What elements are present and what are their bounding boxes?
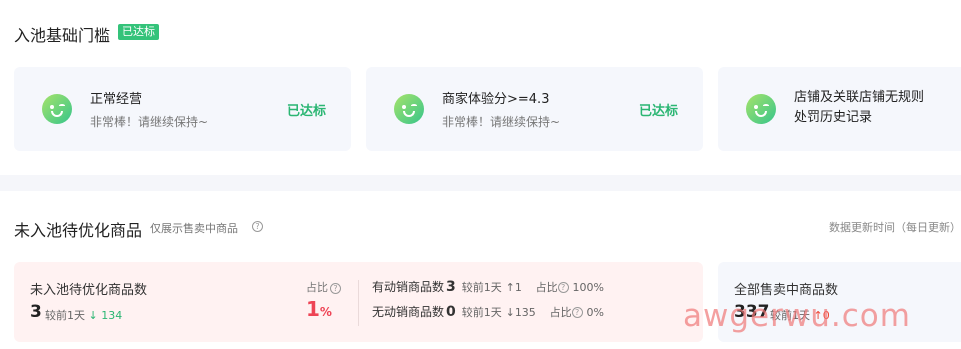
help-icon[interactable]: ? xyxy=(557,282,569,293)
ratio-number: 1 xyxy=(306,297,320,321)
compare-value: 134 xyxy=(101,309,123,322)
ratio-label: 占比? xyxy=(306,279,341,295)
watermark: awgerwu.com xyxy=(683,298,911,334)
section-title-pending-products: 未入池待优化商品 xyxy=(14,221,143,240)
data-update-time: 数据更新时间（每日更新） xyxy=(829,221,961,234)
pending-count-value[interactable]: 3 xyxy=(30,302,42,322)
section-divider xyxy=(0,175,961,191)
pending-compare: 较前1天 ↓ 134 xyxy=(45,307,122,323)
compare-value: 1 xyxy=(514,281,522,294)
inactive-count[interactable]: 0 xyxy=(446,304,456,320)
help-icon[interactable]: ? xyxy=(330,282,341,294)
pending-count-label: 未入池待优化商品数 xyxy=(30,283,148,298)
compare-value: 135 xyxy=(514,306,536,319)
ratio-value: 100% xyxy=(572,281,604,294)
card-title: 正常经营 xyxy=(90,92,143,107)
ratio-label: 占比 xyxy=(549,306,572,319)
help-icon[interactable]: ? xyxy=(252,221,263,232)
status-badge: 已达标 xyxy=(118,24,159,40)
ratio-value: 0% xyxy=(586,306,604,319)
card-title-line2: 处罚历史记录 xyxy=(794,110,873,125)
card-subtitle: 非常棒！请继续保持~ xyxy=(442,115,561,129)
divider-line xyxy=(358,280,359,326)
active-products-row: 有动销商品数 3 较前1天 ↑1 占比? 100% xyxy=(372,278,604,295)
card-subtitle: 非常棒！请继续保持~ xyxy=(90,115,209,129)
smiley-icon xyxy=(746,94,776,124)
ratio-label-text: 占比 xyxy=(306,281,328,294)
active-count[interactable]: 3 xyxy=(446,279,456,295)
threshold-card-experience-score: 商家体验分>=4.3 非常棒！请继续保持~ 已达标 xyxy=(366,67,703,151)
pending-products-panel: 未入池待优化商品数 3 较前1天 ↓ 134 占比? 1% 有动销商品数 3 较前1… xyxy=(14,262,703,342)
section-note-text: 仅展示售卖中商品 xyxy=(150,222,238,235)
inactive-label: 无动销商品数 xyxy=(372,305,445,319)
threshold-card-no-penalty: 店铺及关联店铺无规则 处罚历史记录 xyxy=(718,67,961,151)
inactive-products-row: 无动销商品数 0 较前1天 ↓135 占比? 0% xyxy=(372,303,604,320)
ratio-unit: % xyxy=(319,305,332,319)
card-title: 商家体验分>=4.3 xyxy=(442,92,550,107)
all-on-sale-label: 全部售卖中商品数 xyxy=(734,283,839,298)
compare-label: 较前1天 xyxy=(45,309,85,322)
compare-label: 较前1天 xyxy=(461,281,502,294)
active-label: 有动销商品数 xyxy=(372,280,445,294)
arrow-up-icon: ↑ xyxy=(505,281,515,294)
card-title-line1: 店铺及关联店铺无规则 xyxy=(794,90,925,105)
card-status: 已达标 xyxy=(286,104,326,119)
arrow-down-icon: ↓ xyxy=(505,306,515,319)
arrow-down-icon: ↓ xyxy=(88,309,98,322)
section-note: 仅展示售卖中商品 ? xyxy=(150,220,263,236)
ratio-label: 占比 xyxy=(535,281,558,294)
section-title-entry-threshold: 入池基础门槛 xyxy=(14,26,111,45)
smiley-icon xyxy=(42,94,72,124)
smiley-icon xyxy=(394,94,424,124)
compare-label: 较前1天 xyxy=(461,306,502,319)
threshold-card-normal-operation: 正常经营 非常棒！请继续保持~ 已达标 xyxy=(14,67,351,151)
help-icon[interactable]: ? xyxy=(571,307,583,318)
ratio-value: 1% xyxy=(306,297,332,321)
card-status: 已达标 xyxy=(638,104,678,119)
